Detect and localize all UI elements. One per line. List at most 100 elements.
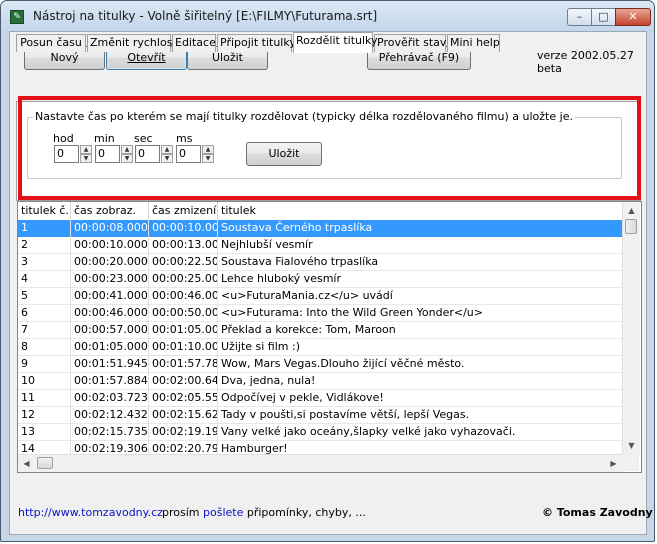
send-feedback-link[interactable]: pošlete [203, 506, 243, 519]
spin-up-icon[interactable]: ▲ [80, 145, 92, 154]
cell-end-time: 00:02:19.193 [149, 424, 218, 441]
cell-subtitle-text: Dva, jedna, nula! [221, 374, 316, 387]
copyright-label: © Tomas Zavodny [542, 506, 653, 519]
version-label: verze 2002.05.27 beta [537, 49, 634, 75]
title-bar[interactable]: ✎ Nástroj na titulky - Volně šiřitelný [… [1, 1, 654, 31]
cell-number: 1 [18, 220, 71, 237]
scroll-up-icon[interactable]: ▲ [623, 202, 640, 219]
seconds-input[interactable]: 0 [135, 145, 160, 163]
table-row[interactable]: 1200:02:12.43200:02:15.629Tady v poušti,… [18, 407, 622, 424]
app-window: ✎ Nástroj na titulky - Volně šiřitelný [… [0, 0, 655, 542]
cell-number: 10 [18, 373, 71, 390]
cell-start-time: 00:00:08.000 [71, 220, 149, 237]
tab-zmenit-rychlost[interactable]: Změnit rychlost [87, 34, 177, 52]
table-row[interactable]: 900:01:51.94500:01:57.781Wow, Mars Vegas… [18, 356, 622, 373]
spin-down-icon[interactable]: ▼ [121, 154, 133, 163]
tab-proverit-stav[interactable]: Prověřit stav [374, 34, 446, 52]
cell-number: 6 [18, 305, 71, 322]
cell-start-time: 00:01:05.000 [71, 339, 149, 356]
table-row[interactable]: 100:00:08.00000:00:10.000Soustava Černéh… [18, 220, 622, 237]
website-link[interactable]: http://www.tomzavodny.cz [18, 506, 163, 519]
cell-subtitle-text: <u>Futurama: Into the Wild Green Yonder<… [221, 306, 483, 319]
table-row[interactable]: 800:01:05.00000:01:10.000Užijte si film … [18, 339, 622, 356]
spin-up-icon[interactable]: ▲ [161, 145, 173, 154]
horizontal-scrollbar[interactable]: ◀ ▶ [18, 454, 622, 472]
seconds-label: sec [134, 132, 153, 145]
window-title: Nástroj na titulky - Volně šiřitelný [E:… [33, 9, 378, 23]
seconds-stepper[interactable]: 0 ▲ ▼ [135, 145, 173, 163]
table-row[interactable]: 1300:02:15.73500:02:19.193Vany velké jak… [18, 424, 622, 441]
hours-label: hod [53, 132, 74, 145]
horizontal-scroll-thumb[interactable] [37, 457, 53, 469]
cell-start-time: 00:01:51.945 [71, 356, 149, 373]
cell-start-time: 00:00:23.000 [71, 271, 149, 288]
split-instruction: Nastavte čas po kterém se mají titulky r… [33, 110, 575, 123]
cell-subtitle-text: Nejhlubší vesmír [221, 238, 313, 251]
table-row[interactable]: 200:00:10.00000:00:13.000Nejhlubší vesmí… [18, 237, 622, 254]
cell-number: 7 [18, 322, 71, 339]
hours-input[interactable]: 0 [54, 145, 79, 163]
minutes-label: min [94, 132, 115, 145]
cell-subtitle-text: Tady v poušti,si postavíme větší, lepší … [221, 408, 470, 421]
cell-number: 5 [18, 288, 71, 305]
cell-number: 2 [18, 237, 71, 254]
spin-down-icon[interactable]: ▼ [80, 154, 92, 163]
tab-mini-help[interactable]: Mini help [447, 34, 500, 52]
minutes-input[interactable]: 0 [95, 145, 120, 163]
table-row[interactable]: 600:00:46.00000:00:50.000<u>Futurama: In… [18, 305, 622, 322]
ms-stepper[interactable]: 0 ▲ ▼ [176, 145, 214, 163]
table-row[interactable]: 700:00:57.00000:01:05.000Překlad a korek… [18, 322, 622, 339]
tab-rozdelit-titulky[interactable]: Rozdělit titulky [293, 32, 378, 53]
status-footer: http://www.tomzavodny.cz prosím pošlete … [10, 506, 653, 526]
cell-end-time: 00:00:10.000 [149, 220, 218, 237]
spin-down-icon[interactable]: ▼ [202, 154, 214, 163]
maximize-icon[interactable]: □ [591, 8, 616, 26]
scroll-corner [622, 454, 639, 471]
spin-up-icon[interactable]: ▲ [121, 145, 133, 154]
cell-start-time: 00:00:20.000 [71, 254, 149, 271]
table-row[interactable]: 1000:01:57.88400:02:00.648Dva, jedna, nu… [18, 373, 622, 390]
cell-start-time: 00:02:15.735 [71, 424, 149, 441]
hours-stepper[interactable]: 0 ▲ ▼ [54, 145, 92, 163]
cell-subtitle-text: Lehce hluboký vesmír [221, 272, 341, 285]
cell-subtitle-text: Odpočívej v pekle, Vidlákove! [221, 391, 384, 404]
column-header-end[interactable]: čas zmizení [149, 202, 218, 220]
column-header-text[interactable]: titulek [218, 202, 622, 220]
cell-end-time: 00:00:22.500 [149, 254, 218, 271]
column-header-number[interactable]: titulek č. [18, 202, 71, 220]
spin-up-icon[interactable]: ▲ [202, 145, 214, 154]
minutes-stepper[interactable]: 0 ▲ ▼ [95, 145, 133, 163]
scroll-left-icon[interactable]: ◀ [18, 455, 35, 472]
table-row[interactable]: 300:00:20.00000:00:22.500Soustava Fialov… [18, 254, 622, 271]
subtitle-table[interactable]: titulek č. čas zobraz. čas zmizení titul… [17, 201, 642, 473]
scroll-down-icon[interactable]: ▼ [623, 437, 640, 454]
cell-number: 9 [18, 356, 71, 373]
cell-end-time: 00:02:05.554 [149, 390, 218, 407]
cell-start-time: 00:00:57.000 [71, 322, 149, 339]
split-save-button[interactable]: Uložit [246, 142, 322, 166]
ms-input[interactable]: 0 [176, 145, 201, 163]
cell-end-time: 00:00:13.000 [149, 237, 218, 254]
scroll-right-icon[interactable]: ▶ [605, 455, 622, 472]
footer-suffix: připomínky, chyby, ... [246, 506, 366, 519]
spin-down-icon[interactable]: ▼ [161, 154, 173, 163]
cell-subtitle-text: Vany velké jako oceány,šlapky velké jako… [221, 425, 516, 438]
cell-end-time: 00:01:10.000 [149, 339, 218, 356]
tab-editace[interactable]: Editace [172, 34, 216, 52]
table-row[interactable]: 500:00:41.00000:00:46.000<u>FuturaMania.… [18, 288, 622, 305]
cell-end-time: 00:02:15.629 [149, 407, 218, 424]
tab-pripojit-titulky[interactable]: Připojit titulky [217, 34, 296, 52]
cell-start-time: 00:00:41.000 [71, 288, 149, 305]
column-header-start[interactable]: čas zobraz. [71, 202, 149, 220]
vertical-scrollbar[interactable]: ▲ ▼ [622, 202, 640, 454]
cell-number: 13 [18, 424, 71, 441]
tab-posun-casu[interactable]: Posun času [16, 34, 86, 52]
cell-end-time: 00:01:05.000 [149, 322, 218, 339]
cell-number: 4 [18, 271, 71, 288]
cell-start-time: 00:00:46.000 [71, 305, 149, 322]
table-row[interactable]: 1100:02:03.72300:02:05.554Odpočívej v pe… [18, 390, 622, 407]
vertical-scroll-thumb[interactable] [625, 219, 637, 234]
minimize-icon[interactable]: – [567, 8, 592, 26]
close-icon[interactable]: ✕ [615, 8, 651, 26]
table-row[interactable]: 400:00:23.00000:00:25.000Lehce hluboký v… [18, 271, 622, 288]
